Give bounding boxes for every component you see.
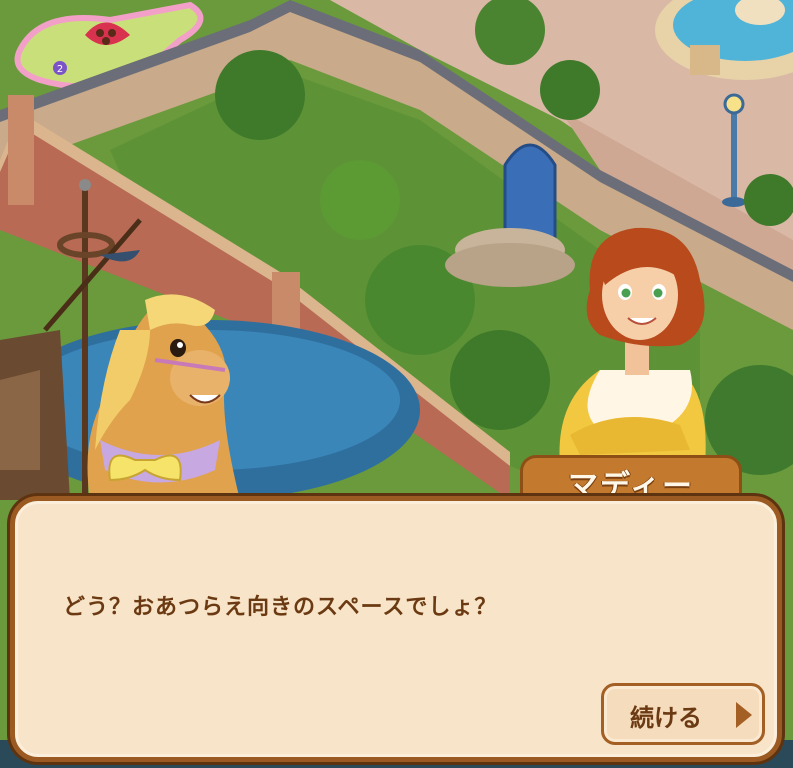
garden-plants	[320, 160, 400, 240]
bush	[540, 60, 600, 120]
wall-pillar	[8, 95, 34, 205]
garden-plants	[450, 330, 550, 430]
badge-number: 2	[57, 64, 63, 75]
dialog-box[interactable]: どう？おあつらえ向きのスペースでしょ？ 続ける	[10, 496, 782, 762]
dialog-text: どう？おあつらえ向きのスペースでしょ？	[63, 595, 498, 620]
bush	[215, 50, 305, 140]
play-arrow-icon	[736, 702, 752, 728]
continue-button[interactable]: 続ける	[601, 683, 765, 745]
continue-label: 続ける	[630, 704, 702, 732]
